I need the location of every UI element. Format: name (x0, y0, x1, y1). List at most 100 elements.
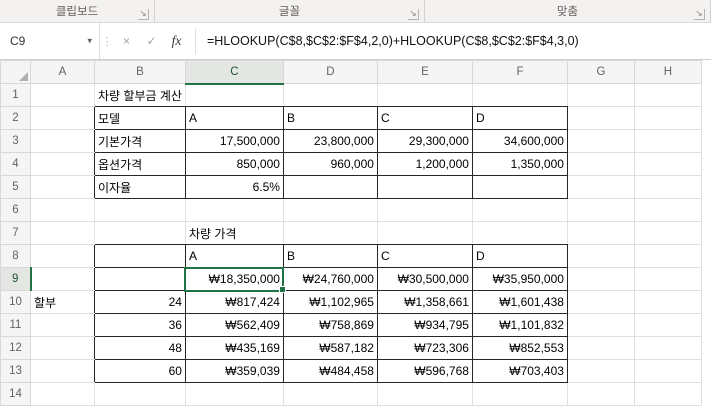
cell-C1[interactable] (184, 83, 284, 107)
cell-E4[interactable]: 1,200,000 (376, 152, 473, 176)
dialog-launcher-icon[interactable]: ↘ (138, 9, 149, 20)
cell-B14[interactable] (94, 382, 186, 406)
cell-D14[interactable] (282, 382, 378, 406)
column-header-E[interactable]: E (376, 60, 473, 84)
cell-A8[interactable] (30, 244, 95, 268)
cell-E6[interactable] (376, 198, 473, 222)
cell-B13[interactable]: 60 (94, 359, 186, 383)
row-header-10[interactable]: 10 (0, 290, 31, 314)
column-header-G[interactable]: G (566, 60, 635, 84)
cell-E9[interactable]: ₩30,500,000 (376, 267, 473, 291)
cell-D13[interactable]: ₩484,458 (282, 359, 378, 383)
cell-G11[interactable] (566, 313, 635, 337)
cell-H13[interactable] (633, 359, 702, 383)
cell-E7[interactable] (376, 221, 473, 245)
cell-H3[interactable] (633, 129, 702, 153)
cell-C9[interactable]: ₩18,350,000 (184, 266, 287, 294)
cell-D12[interactable]: ₩587,182 (282, 336, 378, 360)
column-header-D[interactable]: D (282, 60, 378, 84)
cell-G1[interactable] (566, 83, 635, 107)
cell-B5[interactable]: 이자율 (94, 175, 186, 199)
cell-B7[interactable] (94, 221, 186, 245)
cell-C14[interactable] (184, 382, 284, 406)
cell-H2[interactable] (633, 106, 702, 130)
cell-C5[interactable]: 6.5% (184, 175, 284, 199)
cell-F9[interactable]: ₩35,950,000 (471, 267, 568, 291)
cell-A10[interactable]: 할부 (30, 290, 95, 314)
cell-C13[interactable]: ₩359,039 (184, 359, 284, 383)
column-header-F[interactable]: F (471, 60, 568, 84)
cell-A2[interactable] (30, 106, 95, 130)
row-header-2[interactable]: 2 (0, 106, 31, 130)
cell-E1[interactable] (376, 83, 473, 107)
cell-E12[interactable]: ₩723,306 (376, 336, 473, 360)
cell-C12[interactable]: ₩435,169 (184, 336, 284, 360)
cell-F1[interactable] (471, 83, 568, 107)
name-box-dropdown-icon[interactable]: ▾ (87, 36, 92, 47)
cell-D9[interactable]: ₩24,760,000 (282, 267, 378, 291)
cell-F5[interactable] (471, 175, 568, 199)
cell-H10[interactable] (633, 290, 702, 314)
cell-C6[interactable] (184, 198, 284, 222)
insert-function-icon[interactable]: fx (164, 23, 189, 59)
cell-B6[interactable] (94, 198, 186, 222)
cell-F12[interactable]: ₩852,553 (471, 336, 568, 360)
cell-A9[interactable] (30, 267, 95, 291)
cell-H12[interactable] (633, 336, 702, 360)
cell-A11[interactable] (30, 313, 95, 337)
cell-H14[interactable] (633, 382, 702, 406)
cell-G4[interactable] (566, 152, 635, 176)
cell-F3[interactable]: 34,600,000 (471, 129, 568, 153)
cell-B2[interactable]: 모델 (94, 106, 186, 130)
cell-E3[interactable]: 29,300,000 (376, 129, 473, 153)
cell-A1[interactable] (30, 83, 95, 107)
cell-D4[interactable]: 960,000 (282, 152, 378, 176)
row-header-13[interactable]: 13 (0, 359, 31, 383)
column-header-A[interactable]: A (30, 60, 95, 84)
cell-F10[interactable]: ₩1,601,438 (471, 290, 568, 314)
cell-A12[interactable] (30, 336, 95, 360)
cell-G8[interactable] (566, 244, 635, 268)
cell-H9[interactable] (633, 267, 702, 291)
row-header-8[interactable]: 8 (0, 244, 31, 268)
cell-A13[interactable] (30, 359, 95, 383)
cell-H4[interactable] (633, 152, 702, 176)
cell-F11[interactable]: ₩1,101,832 (471, 313, 568, 337)
cell-D1[interactable] (282, 83, 378, 107)
cell-G9[interactable] (566, 267, 635, 291)
cell-B8[interactable] (94, 244, 186, 268)
column-header-H[interactable]: H (633, 60, 702, 84)
row-header-1[interactable]: 1 (0, 83, 31, 107)
row-header-6[interactable]: 6 (0, 198, 31, 222)
cell-F4[interactable]: 1,350,000 (471, 152, 568, 176)
cell-D11[interactable]: ₩758,869 (282, 313, 378, 337)
cell-B12[interactable]: 48 (94, 336, 186, 360)
cell-G2[interactable] (566, 106, 635, 130)
column-header-C[interactable]: C (184, 60, 284, 85)
cell-F6[interactable] (471, 198, 568, 222)
row-header-11[interactable]: 11 (0, 313, 31, 337)
cell-B10[interactable]: 24 (94, 290, 186, 314)
cell-A5[interactable] (30, 175, 95, 199)
cell-D2[interactable]: B (282, 106, 378, 130)
cell-D3[interactable]: 23,800,000 (282, 129, 378, 153)
column-header-B[interactable]: B (94, 60, 186, 84)
cell-F7[interactable] (471, 221, 568, 245)
cell-D6[interactable] (282, 198, 378, 222)
enter-icon[interactable]: ✓ (139, 23, 164, 59)
row-header-9[interactable]: 9 (0, 267, 32, 291)
cell-C2[interactable]: A (184, 106, 284, 130)
cell-G6[interactable] (566, 198, 635, 222)
cell-F13[interactable]: ₩703,403 (471, 359, 568, 383)
cell-A4[interactable] (30, 152, 95, 176)
cell-G14[interactable] (566, 382, 635, 406)
cell-E2[interactable]: C (376, 106, 473, 130)
dialog-launcher-icon[interactable]: ↘ (694, 9, 705, 20)
cell-E13[interactable]: ₩596,768 (376, 359, 473, 383)
cell-A7[interactable] (30, 221, 95, 245)
cell-E14[interactable] (376, 382, 473, 406)
cell-H8[interactable] (633, 244, 702, 268)
cell-A6[interactable] (30, 198, 95, 222)
cell-F2[interactable]: D (471, 106, 568, 130)
row-header-3[interactable]: 3 (0, 129, 31, 153)
